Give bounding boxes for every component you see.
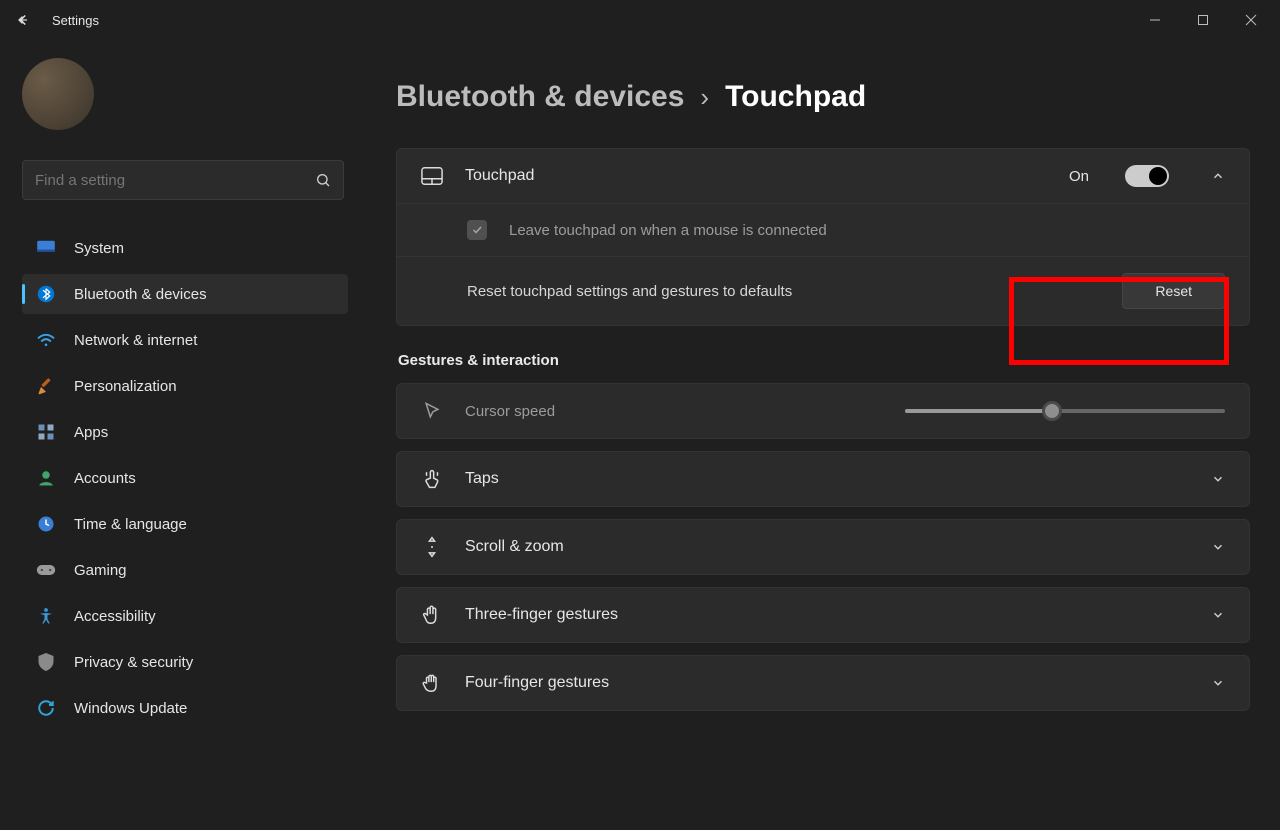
bluetooth-icon [36, 284, 56, 304]
hand-icon [421, 604, 443, 626]
search-box[interactable] [22, 160, 344, 200]
back-button[interactable] [12, 10, 32, 30]
three-finger-label: Three-finger gestures [465, 606, 1189, 624]
cursor-speed-slider[interactable] [905, 409, 1225, 413]
nav-label: Accessibility [74, 608, 156, 625]
nav-gaming[interactable]: Gaming [22, 550, 348, 590]
person-icon [36, 468, 56, 488]
cursor-speed-row: Cursor speed [397, 384, 1249, 438]
nav-personalization[interactable]: Personalization [22, 366, 348, 406]
nav-label: Apps [74, 424, 108, 441]
nav-label: Accounts [74, 470, 136, 487]
four-finger-panel[interactable]: Four-finger gestures [396, 655, 1250, 711]
nav-label: Privacy & security [74, 654, 193, 671]
touchpad-toggle[interactable] [1125, 165, 1169, 187]
touchpad-toggle-row[interactable]: Touchpad On [397, 149, 1249, 203]
chevron-down-icon[interactable] [1211, 540, 1225, 554]
breadcrumb: Bluetooth & devices › Touchpad [396, 80, 1250, 114]
apps-icon [36, 422, 56, 442]
scroll-label: Scroll & zoom [465, 538, 1189, 556]
scroll-zoom-panel[interactable]: Scroll & zoom [396, 519, 1250, 575]
nav-label: Time & language [74, 516, 187, 533]
chevron-down-icon[interactable] [1211, 472, 1225, 486]
reset-button[interactable]: Reset [1122, 273, 1225, 309]
tap-icon [421, 468, 443, 490]
nav-label: Gaming [74, 562, 127, 579]
content: Bluetooth & devices › Touchpad Touchpad … [360, 40, 1280, 830]
maximize-button[interactable] [1180, 4, 1226, 36]
leave-mouse-row[interactable]: Leave touchpad on when a mouse is connec… [397, 203, 1249, 256]
page-title: Touchpad [725, 80, 866, 114]
nav-label: Network & internet [74, 332, 197, 349]
titlebar: Settings [0, 0, 1280, 40]
nav-accessibility[interactable]: Accessibility [22, 596, 348, 636]
nav-label: Windows Update [74, 700, 187, 717]
taps-label: Taps [465, 470, 1189, 488]
nav-bluetooth[interactable]: Bluetooth & devices [22, 274, 348, 314]
nav-label: Personalization [74, 378, 177, 395]
cursor-speed-label: Cursor speed [465, 403, 883, 420]
nav-network[interactable]: Network & internet [22, 320, 348, 360]
reset-label: Reset touchpad settings and gestures to … [467, 283, 1100, 300]
gamepad-icon [36, 560, 56, 580]
hand-icon [421, 672, 443, 694]
nav-time[interactable]: Time & language [22, 504, 348, 544]
nav-system[interactable]: System [22, 228, 348, 268]
checkbox-leave-on[interactable] [467, 220, 487, 240]
four-finger-label: Four-finger gestures [465, 674, 1189, 692]
scroll-icon [421, 536, 443, 558]
window-title: Settings [52, 13, 99, 28]
search-input[interactable] [35, 172, 315, 189]
chevron-right-icon: › [700, 82, 709, 113]
minimize-button[interactable] [1132, 4, 1178, 36]
nav-apps[interactable]: Apps [22, 412, 348, 452]
wifi-icon [36, 330, 56, 350]
leave-on-label: Leave touchpad on when a mouse is connec… [509, 222, 1225, 239]
reset-row: Reset touchpad settings and gestures to … [397, 256, 1249, 325]
brush-icon [36, 376, 56, 396]
clock-icon [36, 514, 56, 534]
chevron-up-icon[interactable] [1211, 169, 1225, 183]
avatar[interactable] [22, 58, 94, 130]
system-icon [36, 238, 56, 258]
three-finger-panel[interactable]: Three-finger gestures [396, 587, 1250, 643]
cursor-icon [421, 400, 443, 422]
touchpad-icon [421, 165, 443, 187]
chevron-down-icon[interactable] [1211, 608, 1225, 622]
sidebar: System Bluetooth & devices Network & int… [0, 40, 360, 830]
shield-icon [36, 652, 56, 672]
accessibility-icon [36, 606, 56, 626]
chevron-down-icon[interactable] [1211, 676, 1225, 690]
nav-privacy[interactable]: Privacy & security [22, 642, 348, 682]
nav-update[interactable]: Windows Update [22, 688, 348, 728]
update-icon [36, 698, 56, 718]
nav-label: System [74, 240, 124, 257]
touchpad-panel: Touchpad On Leave touchpad on when a mou… [396, 148, 1250, 326]
cursor-speed-panel: Cursor speed [396, 383, 1250, 439]
toggle-state: On [1069, 168, 1089, 185]
nav-accounts[interactable]: Accounts [22, 458, 348, 498]
taps-panel[interactable]: Taps [396, 451, 1250, 507]
search-icon [315, 172, 331, 188]
close-button[interactable] [1228, 4, 1274, 36]
nav-label: Bluetooth & devices [74, 286, 207, 303]
breadcrumb-parent[interactable]: Bluetooth & devices [396, 80, 684, 114]
touchpad-label: Touchpad [465, 167, 1047, 185]
gestures-header: Gestures & interaction [398, 352, 1250, 369]
